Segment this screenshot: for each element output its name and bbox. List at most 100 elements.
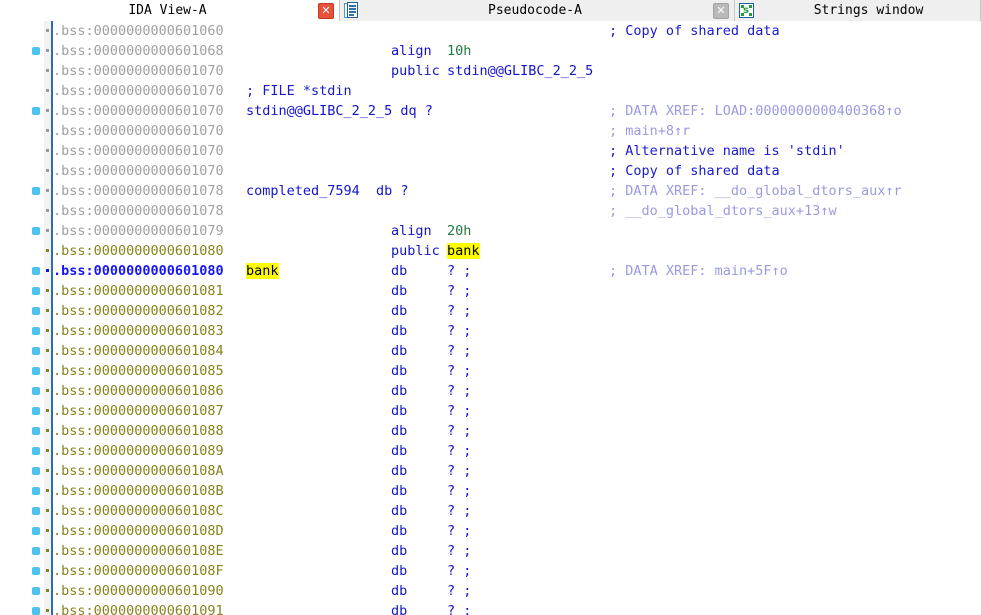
breakpoint-dot-icon[interactable] <box>32 387 40 395</box>
line-name: stdin@@GLIBC_2_2_5 dq ? <box>246 103 433 119</box>
disassembly-line[interactable]: .bss:0000000000601080 bank db ? ; ; DATA XRE… <box>0 261 981 281</box>
line-address: .bss:000000000060108E <box>53 543 224 559</box>
line-operand: ? ; <box>447 463 472 479</box>
navigation-tick <box>46 309 49 312</box>
breakpoint-dot-icon[interactable] <box>32 367 40 375</box>
disassembly-line[interactable]: .bss:0000000000601091 db ? ; <box>0 601 981 615</box>
disassembly-line[interactable]: .bss:0000000000601085 db ? ; <box>0 361 981 381</box>
disassembly-line[interactable]: .bss:0000000000601068 align 10h <box>0 41 981 61</box>
breakpoint-dot-icon[interactable] <box>32 507 40 515</box>
navigation-tick <box>46 469 49 472</box>
line-comment: ; DATA XREF: LOAD:0000000000400368↑o <box>609 103 902 119</box>
breakpoint-dot-icon[interactable] <box>32 327 40 335</box>
breakpoint-dot-icon[interactable] <box>32 287 40 295</box>
disassembly-line[interactable]: .bss:000000000060108F db ? ; <box>0 561 981 581</box>
disassembly-line[interactable]: .bss:0000000000601060 ; Copy of shared da… <box>0 21 981 41</box>
line-mnemonic: db <box>391 443 408 459</box>
disassembly-rows[interactable]: .bss:0000000000601060 ; Copy of shared da… <box>0 21 981 615</box>
line-comment: ; DATA XREF: main+5F↑o <box>609 263 788 279</box>
breakpoint-dot-icon[interactable] <box>32 547 40 555</box>
line-operand: ? ; <box>447 483 472 499</box>
line-operand: 10h <box>447 43 472 59</box>
disassembly-line[interactable]: .bss:000000000060108A db ? ; <box>0 461 981 481</box>
disassembly-line[interactable]: .bss:0000000000601078 completed_7594 db ?… <box>0 181 981 201</box>
breakpoint-dot-icon[interactable] <box>32 447 40 455</box>
disassembly-line[interactable]: .bss:0000000000601070 ; Alternative name … <box>0 141 981 161</box>
disassembly-line[interactable]: .bss:0000000000601081 db ? ; <box>0 281 981 301</box>
breakpoint-dot-icon[interactable] <box>32 527 40 535</box>
navigation-tick <box>46 169 49 172</box>
disassembly-line[interactable]: .bss:0000000000601070 ; Copy of shared da… <box>0 161 981 181</box>
line-address: .bss:0000000000601083 <box>53 323 224 339</box>
line-mnemonic: db <box>391 383 408 399</box>
tab-label-pseudocode-a: Pseudocode-A <box>488 3 582 18</box>
line-mnemonic: db <box>391 363 408 379</box>
disassembly-line[interactable]: .bss:0000000000601080 public bank <box>0 241 981 261</box>
disassembly-view[interactable]: .bss:0000000000601060 ; Copy of shared da… <box>0 21 981 615</box>
disassembly-line[interactable]: .bss:0000000000601070 public stdin@@GLIBC_… <box>0 61 981 81</box>
line-comment: ; DATA XREF: __do_global_dtors_aux↑r <box>609 183 902 199</box>
disassembly-line[interactable]: .bss:0000000000601079 align 20h <box>0 221 981 241</box>
line-mnemonic: db <box>391 463 408 479</box>
disassembly-line[interactable]: .bss:0000000000601078 ; __do_global_dtors… <box>0 201 981 221</box>
tab-pseudocode-a[interactable]: Pseudocode-A ✕ <box>340 0 735 21</box>
disassembly-line[interactable]: .bss:0000000000601089 db ? ; <box>0 441 981 461</box>
tab-strings-window[interactable]: s Strings window <box>735 0 981 21</box>
breakpoint-dot-icon[interactable] <box>32 467 40 475</box>
line-address: .bss:0000000000601082 <box>53 303 224 319</box>
disassembly-line[interactable]: .bss:000000000060108B db ? ; <box>0 481 981 501</box>
line-address: .bss:0000000000601070 <box>53 83 224 99</box>
disassembly-line[interactable]: .bss:0000000000601070 stdin@@GLIBC_2_2_5 … <box>0 101 981 121</box>
disassembly-line[interactable]: .bss:000000000060108D db ? ; <box>0 521 981 541</box>
disassembly-line[interactable]: .bss:0000000000601087 db ? ; <box>0 401 981 421</box>
disassembly-line[interactable]: .bss:0000000000601084 db ? ; <box>0 341 981 361</box>
line-mnemonic: db <box>391 303 408 319</box>
line-mnemonic: db <box>391 323 408 339</box>
breakpoint-dot-icon[interactable] <box>32 307 40 315</box>
breakpoint-dot-icon[interactable] <box>32 47 40 55</box>
disassembly-line[interactable]: .bss:0000000000601083 db ? ; <box>0 321 981 341</box>
breakpoint-dot-icon[interactable] <box>32 427 40 435</box>
breakpoint-dot-icon[interactable] <box>32 107 40 115</box>
line-operand: ? ; <box>447 523 472 539</box>
line-mnemonic: align <box>391 223 432 239</box>
disassembly-line[interactable]: .bss:0000000000601070 ; FILE *stdin <box>0 81 981 101</box>
disassembly-line[interactable]: .bss:0000000000601090 db ? ; <box>0 581 981 601</box>
disassembly-line[interactable]: .bss:0000000000601082 db ? ; <box>0 301 981 321</box>
disassembly-line[interactable]: .bss:000000000060108C db ? ; <box>0 501 981 521</box>
line-operand: ? ; <box>447 443 472 459</box>
tab-ida-view-a[interactable]: IDA View-A ✕ <box>0 0 340 21</box>
navigation-tick <box>46 89 49 92</box>
breakpoint-dot-icon[interactable] <box>32 407 40 415</box>
breakpoint-dot-icon[interactable] <box>32 227 40 235</box>
navigation-tick <box>46 209 49 212</box>
line-operand: ? ; <box>447 303 472 319</box>
line-address: .bss:0000000000601070 <box>53 63 224 79</box>
line-address: .bss:0000000000601081 <box>53 283 224 299</box>
close-icon[interactable]: ✕ <box>708 2 734 19</box>
breakpoint-dot-icon[interactable] <box>32 487 40 495</box>
line-mnemonic: db <box>391 603 408 615</box>
breakpoint-dot-icon[interactable] <box>32 187 40 195</box>
breakpoint-dot-icon[interactable] <box>32 607 40 615</box>
navigation-tick <box>46 149 49 152</box>
disassembly-line[interactable]: .bss:000000000060108E db ? ; <box>0 541 981 561</box>
line-operand: ? ; <box>447 503 472 519</box>
navigation-tick <box>46 549 49 552</box>
disassembly-line[interactable]: .bss:0000000000601086 db ? ; <box>0 381 981 401</box>
breakpoint-dot-icon[interactable] <box>32 267 40 275</box>
line-mnemonic: db <box>391 583 408 599</box>
line-mnemonic: db <box>391 523 408 539</box>
navigation-tick <box>46 289 49 292</box>
breakpoint-dot-icon[interactable] <box>32 347 40 355</box>
disassembly-line[interactable]: .bss:0000000000601088 db ? ; <box>0 421 981 441</box>
close-icon[interactable]: ✕ <box>313 2 339 19</box>
breakpoint-dot-icon[interactable] <box>32 587 40 595</box>
breakpoint-dot-icon[interactable] <box>32 567 40 575</box>
disassembly-line[interactable]: .bss:0000000000601070 ; main+8↑r <box>0 121 981 141</box>
line-operand: ? ; <box>447 583 472 599</box>
line-mnemonic: align <box>391 43 432 59</box>
line-operand: ? ; <box>447 263 472 279</box>
line-address: .bss:0000000000601070 <box>53 163 224 179</box>
navigation-tick <box>46 369 49 372</box>
